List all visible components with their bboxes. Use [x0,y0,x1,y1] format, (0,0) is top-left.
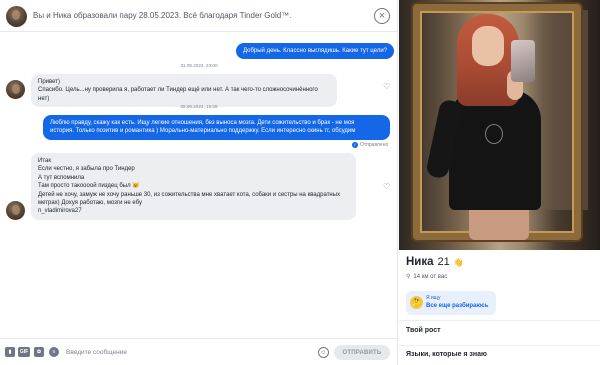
chat-header: Вы и Ника образовали пару 28.05.2023. Вс… [0,0,398,32]
message-line: метрах) Дохуя работаю, мозги не ебу [38,200,143,207]
like-message-icon[interactable]: ♡ [383,182,390,191]
message-line: Люблю правду, скажу как есть. Ищу легкие… [50,120,355,126]
message-line: Детей не хочу, замуж не хочу раньше 30, … [38,191,341,198]
timestamp-2: 05.06.2023, 15:29 [180,104,218,109]
location-pin-icon: ⚲ [406,274,411,280]
profile-name: Ника [406,256,434,268]
profile-photo[interactable] [399,0,600,250]
match-notice: Вы и Ника образовали пару 28.05.2023. Вс… [33,11,292,20]
sent-check-icon: ✓ [352,142,358,148]
divider [399,320,600,321]
chat-panel: Вы и Ника образовали пару 28.05.2023. Вс… [0,0,398,365]
sticker-icon[interactable]: ✿ [34,347,44,357]
section-languages: Языки, которые я знаю [406,351,488,358]
message-incoming-1[interactable]: Привет) Спасибо. Цель...ну проверила я, … [31,74,337,108]
message-line: n_vladimirova27 [38,208,82,215]
message-composer: ▮ GIF ✿ ≡ ☺ ОТПРАВИТЬ [0,338,398,365]
thinking-face-icon: 🤔 [410,296,423,309]
emoji-menu-icon[interactable]: ≡ [49,347,59,357]
message-line: Итак [38,158,51,164]
delivery-status: ✓ Отправлено [352,142,388,148]
looking-for-label: Я ищу [426,295,441,301]
app-root: Вы и Ника образовали пару 28.05.2023. Вс… [0,0,600,365]
gif-icon[interactable]: GIF [18,347,30,357]
sender-avatar[interactable] [6,201,25,220]
wave-hand-icon: 👋 [453,258,464,267]
profile-name-row: Ника 21 👋 [406,256,464,268]
message-outgoing-2[interactable]: Люблю правду, скажу как есть. Ищу легкие… [43,115,390,140]
message-line: Если честно, я забыла про Тиндер [38,166,135,173]
match-avatar[interactable] [6,6,27,27]
profile-age: 21 [437,256,450,268]
close-icon: × [378,9,386,22]
send-button[interactable]: ОТПРАВИТЬ [334,345,390,360]
message-outgoing-1[interactable]: Добрый день. Классно выглядишь. Какие ту… [236,43,395,60]
message-line: история. Только позитив и романтика ) Мо… [50,128,356,135]
sender-avatar[interactable] [6,80,25,99]
looking-for-chip: 🤔 Я ищу Все еще разбираюсь [406,291,496,315]
message-line: Спасибо. Цель...ну проверила я, работает… [38,87,318,102]
message-line: Привет) [38,79,61,85]
section-height: Твой рост [406,327,441,334]
message-line: Там просто такоооой пиздец был 😿 [38,183,140,190]
emoji-picker-icon[interactable]: ☺ [318,347,329,358]
looking-for-value: Все еще разбираюсь [426,303,489,309]
message-input[interactable] [66,346,306,359]
profile-panel: Ника 21 👋 ⚲ 14 км от вас 🤔 Я ищу Все еще… [399,0,600,365]
timestamp-1: 31.05.2023, 23:00 [180,63,218,68]
message-incoming-2[interactable]: Итак Если честно, я забыла про Тиндер А … [31,153,356,220]
distance-row: ⚲ 14 км от вас [406,273,448,281]
delivery-status-label: Отправлено [360,142,389,148]
close-button[interactable]: × [374,8,390,24]
distance-text: 14 км от вас [413,273,448,280]
image-icon[interactable]: ▮ [5,347,15,357]
like-message-icon[interactable]: ♡ [383,82,390,91]
message-line: А тут вспомнила [38,174,85,181]
divider [399,345,600,346]
